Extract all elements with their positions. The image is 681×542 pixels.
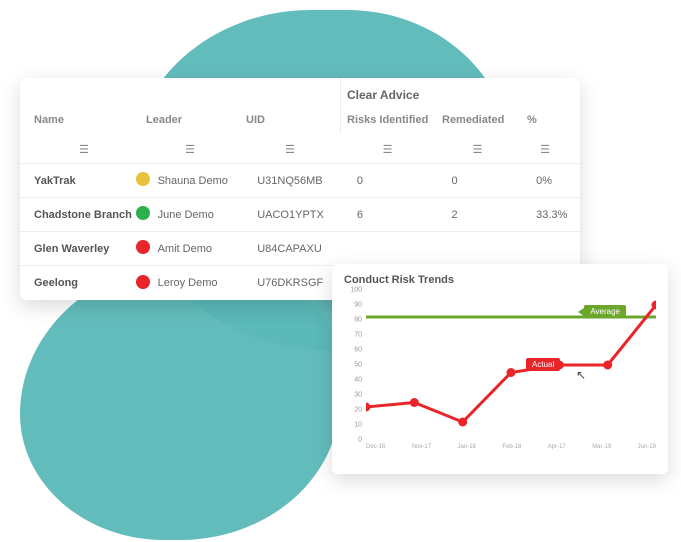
cell-remediated: 0 [445,167,530,195]
status-dot [136,275,150,289]
y-tick-label: 80 [354,317,362,324]
y-tick-label: 10 [354,422,362,429]
status-dot [136,240,150,254]
status-dot [136,206,150,220]
cell-uid: UACO1YPTX [251,201,351,229]
col-header-leader: Leader [140,106,240,134]
y-tick-label: 0 [358,437,362,444]
y-tick-label: 20 [354,407,362,414]
filter-icon[interactable]: ☰ [441,143,514,156]
legend-average-badge: Average [584,305,626,318]
cell-name: Chadstone Branch [20,201,140,229]
legend-actual-badge: Actual [526,358,560,371]
y-tick-label: 40 [354,377,362,384]
col-header-risks: Risks Identified [341,106,436,134]
cell-percent [530,241,580,257]
cell-risks [351,241,446,257]
filter-row: ☰ ☰ ☰ ☰ ☰ ☰ [20,134,580,164]
cell-leader: June Demo [152,201,252,229]
status-dot [136,172,150,186]
section-title-clear-advice: Clear Advice [341,78,580,106]
y-tick-label: 30 [354,392,362,399]
y-tick-label: 60 [354,347,362,354]
cell-name: Glen Waverley [20,235,140,263]
y-tick-label: 70 [354,332,362,339]
y-tick-label: 100 [350,287,362,294]
x-tick-label: Feb-18 [502,444,521,450]
x-tick-label: Jan-18 [458,444,476,450]
chart-title: Conduct Risk Trends [344,274,656,286]
filter-icon[interactable]: ☰ [246,143,334,156]
filter-icon[interactable]: ☰ [526,143,564,156]
x-tick-label: Nov-17 [412,444,431,450]
chart-area: 0102030405060708090100 Average Actual ↖ … [344,290,656,450]
cell-name: YakTrak [20,167,140,195]
cell-leader: Amit Demo [152,235,252,263]
cell-uid: U84CAPAXU [251,235,351,263]
col-header-remediated: Remediated [436,106,521,134]
table-row[interactable]: YakTrakShauna DemoU31NQ56MB000% [20,164,580,198]
cell-remediated [445,241,530,257]
cell-percent: 33.3% [530,201,580,229]
col-header-uid: UID [240,106,340,134]
cell-leader: Leroy Demo [152,269,252,297]
y-tick-label: 90 [354,302,362,309]
cell-percent: 0% [530,167,580,195]
table-row[interactable]: Chadstone Branch June DemoUACO1YPTX6233.3… [20,198,580,232]
x-tick-label: Apr-17 [548,444,566,450]
y-tick-label: 50 [354,362,362,369]
cell-name: Geelong [20,269,140,297]
cell-leader: Shauna Demo [152,167,252,195]
cursor-icon: ↖ [576,368,586,382]
cell-risks: 0 [351,167,446,195]
filter-icon[interactable]: ☰ [146,143,234,156]
col-header-percent: % [521,106,571,134]
chart-plot: Average Actual ↖ [366,290,656,440]
table-row[interactable]: Glen Waverley Amit DemoU84CAPAXU [20,232,580,266]
x-tick-label: Dec-16 [366,444,385,450]
cell-remediated: 2 [445,201,530,229]
filter-icon[interactable]: ☰ [34,143,134,156]
x-tick-label: Jun-18 [638,444,656,450]
cell-uid: U31NQ56MB [251,167,351,195]
x-tick-label: Mar-19 [592,444,611,450]
chart-card: Conduct Risk Trends 0 10 20 30 40 50 60 70 80 90 1… [332,264,668,474]
filter-icon[interactable]: ☰ [346,143,429,156]
cell-risks: 6 [351,201,446,229]
col-header-name: Name [20,106,140,134]
